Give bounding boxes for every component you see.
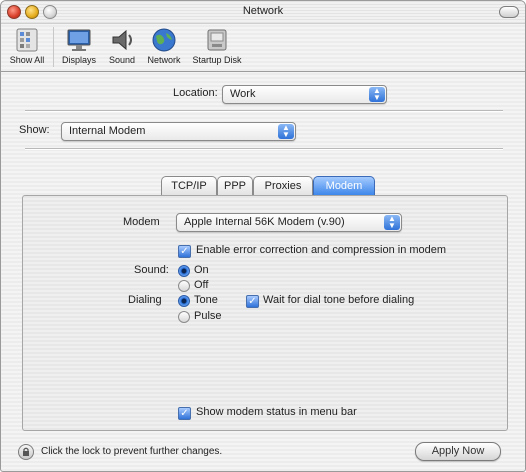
- toolbar-displays[interactable]: Displays: [57, 27, 101, 65]
- toolbar-label: Show All: [9, 55, 45, 65]
- lock-text: Click the lock to prevent further change…: [41, 446, 223, 457]
- dialing-pulse-label: Pulse: [194, 310, 222, 322]
- toolbar-separator: [53, 27, 54, 67]
- title-bar[interactable]: Network: [1, 1, 525, 24]
- popup-arrows-icon: ▲ ▼: [384, 215, 400, 230]
- show-status-checkbox[interactable]: ✓: [178, 407, 191, 420]
- error-correction-label: Enable error correction and compression …: [196, 244, 447, 256]
- wait-dial-tone-label: Wait for dial tone before dialing: [263, 294, 415, 306]
- sound-on-label: On: [194, 264, 209, 276]
- displays-icon: [65, 27, 93, 53]
- toolbar-startup-disk[interactable]: Startup Disk: [187, 27, 247, 65]
- toolbar-network[interactable]: Network: [142, 27, 186, 65]
- dialing-tone-label: Tone: [194, 294, 218, 306]
- network-preferences-window: Network Show All Displays Sound Network …: [0, 0, 526, 472]
- toolbar-label: Displays: [61, 55, 96, 65]
- modem-popup[interactable]: Apple Internal 56K Modem (v.90) ▲ ▼: [176, 213, 402, 232]
- popup-arrows-icon: ▲ ▼: [278, 124, 294, 139]
- lock-icon[interactable]: [18, 444, 34, 460]
- sound-on-radio[interactable]: [178, 265, 190, 277]
- toolbar-label: Startup Disk: [192, 55, 242, 65]
- toolbar: Show All Displays Sound Network Startup …: [1, 23, 525, 72]
- toolbar-label: Sound: [108, 55, 136, 65]
- window-title: Network: [242, 5, 284, 17]
- show-all-icon: [13, 27, 41, 53]
- tab-modem[interactable]: Modem: [313, 176, 375, 195]
- wait-dial-tone-checkbox[interactable]: ✓: [246, 295, 259, 308]
- divider: [25, 148, 503, 150]
- sound-off-label: Off: [194, 279, 209, 291]
- network-icon: [150, 27, 178, 53]
- sound-off-radio[interactable]: [178, 280, 190, 292]
- toolbar-toggle-button[interactable]: [499, 6, 519, 18]
- location-label: Location:: [173, 87, 218, 99]
- modem-value: Apple Internal 56K Modem (v.90): [184, 216, 345, 228]
- toolbar-label: Network: [147, 55, 181, 65]
- dialing-label: Dialing: [128, 294, 162, 306]
- sound-label: Sound:: [134, 264, 169, 276]
- toolbar-show-all[interactable]: Show All: [5, 27, 49, 65]
- tab-tcpip[interactable]: TCP/IP: [161, 176, 217, 195]
- show-label: Show:: [19, 124, 50, 136]
- divider: [25, 110, 503, 112]
- toolbar-sound[interactable]: Sound: [102, 27, 142, 65]
- sound-icon: [108, 27, 136, 53]
- dialing-tone-radio[interactable]: [178, 295, 190, 307]
- show-status-label: Show modem status in menu bar: [196, 406, 357, 418]
- show-popup[interactable]: Internal Modem ▲ ▼: [61, 122, 296, 141]
- startup-disk-icon: [203, 27, 231, 53]
- modem-label: Modem: [123, 216, 160, 228]
- apply-now-button[interactable]: Apply Now: [415, 442, 501, 461]
- dialing-pulse-radio[interactable]: [178, 311, 190, 323]
- error-correction-checkbox[interactable]: ✓: [178, 245, 191, 258]
- tab-ppp[interactable]: PPP: [217, 176, 253, 195]
- popup-arrows-icon: ▲ ▼: [369, 87, 385, 102]
- show-value: Internal Modem: [69, 125, 146, 137]
- location-popup[interactable]: Work ▲ ▼: [222, 85, 387, 104]
- tab-proxies[interactable]: Proxies: [253, 176, 313, 195]
- location-value: Work: [230, 88, 256, 100]
